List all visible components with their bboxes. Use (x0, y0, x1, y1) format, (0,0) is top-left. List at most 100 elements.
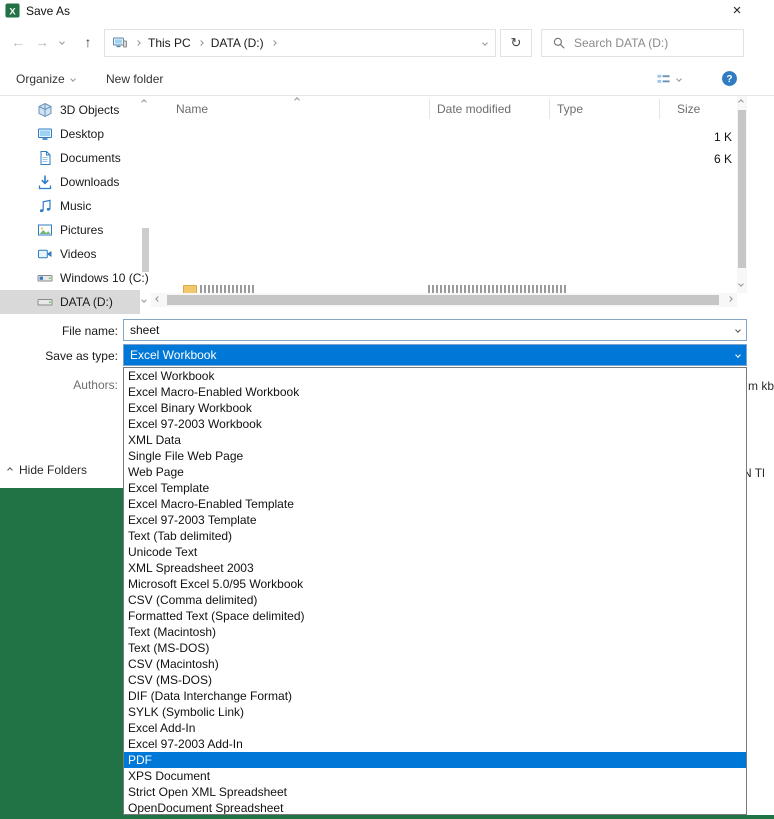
sidebar-item-label: Videos (60, 247, 96, 261)
scroll-up-icon[interactable] (738, 99, 744, 105)
save-as-type-label: Save as type: (0, 349, 118, 363)
file-type-option[interactable]: Excel 97-2003 Workbook (124, 416, 746, 432)
refresh-button[interactable] (500, 29, 532, 57)
organize-button[interactable]: Organize (16, 70, 75, 88)
drive-windows-icon (37, 270, 53, 286)
save-as-type-combobox[interactable]: Excel Workbook (123, 344, 747, 366)
file-type-option[interactable]: Formatted Text (Space delimited) (124, 608, 746, 624)
sidebar-item-desktop[interactable]: Desktop (0, 122, 140, 146)
file-type-option[interactable]: PDF (124, 752, 746, 768)
column-header-name[interactable]: Name (151, 98, 430, 120)
forward-button[interactable] (30, 30, 54, 54)
file-type-option[interactable]: DIF (Data Interchange Format) (124, 688, 746, 704)
column-divider[interactable] (549, 99, 550, 119)
save-as-dialog: X Save As This PC DATA (D:) Organize New… (0, 0, 774, 819)
change-view-button[interactable] (656, 70, 681, 88)
new-folder-label: New folder (106, 72, 163, 86)
sidebar-item-3d-objects[interactable]: 3D Objects (0, 98, 140, 122)
search-input[interactable] (574, 36, 737, 50)
file-type-option[interactable]: Excel Macro-Enabled Template (124, 496, 746, 512)
sidebar-item-label: Music (60, 199, 91, 213)
file-type-option[interactable]: Unicode Text (124, 544, 746, 560)
cube-icon (37, 102, 53, 118)
file-list-vertical-scrollbar[interactable] (737, 96, 747, 293)
list-view-icon (656, 72, 671, 87)
chevron-right-icon[interactable] (271, 40, 277, 46)
up-button[interactable] (76, 30, 100, 54)
music-note-icon (37, 198, 53, 214)
new-folder-button[interactable]: New folder (106, 70, 163, 88)
hide-folders-button[interactable]: Hide Folders (8, 460, 87, 480)
column-divider[interactable] (429, 99, 430, 119)
file-type-option[interactable]: Excel 97-2003 Template (124, 512, 746, 528)
close-icon[interactable] (718, 0, 756, 22)
sidebar-item-downloads[interactable]: Downloads (0, 170, 140, 194)
this-pc-icon (112, 35, 128, 51)
sidebar-scrollbar-thumb[interactable] (142, 228, 149, 272)
sidebar-item-pictures[interactable]: Pictures (0, 218, 140, 242)
column-header-size[interactable]: Size (660, 98, 737, 120)
sidebar-item-label: Pictures (60, 223, 103, 237)
scroll-right-icon[interactable] (727, 296, 733, 302)
file-type-option[interactable]: Excel Binary Workbook (124, 400, 746, 416)
chevron-right-icon[interactable] (135, 40, 141, 46)
chevron-right-icon[interactable] (198, 40, 204, 46)
sidebar-scrollbar[interactable] (141, 96, 150, 308)
vertical-scrollbar-thumb[interactable] (738, 110, 746, 268)
horizontal-scrollbar-thumb[interactable] (167, 295, 719, 305)
scroll-up-icon[interactable] (141, 99, 147, 105)
excel-window-background (0, 815, 774, 819)
address-bar[interactable]: This PC DATA (D:) (104, 29, 496, 57)
sidebar-item-music[interactable]: Music (0, 194, 140, 218)
hide-folders-label: Hide Folders (19, 463, 87, 477)
column-divider[interactable] (659, 99, 660, 119)
file-type-option[interactable]: Excel 97-2003 Add-In (124, 736, 746, 752)
file-type-option[interactable]: OpenDocument Spreadsheet (124, 800, 746, 815)
file-type-option[interactable]: Single File Web Page (124, 448, 746, 464)
file-type-option[interactable]: Web Page (124, 464, 746, 480)
recent-locations-button[interactable] (54, 30, 70, 54)
drive-icon (37, 294, 53, 310)
column-header-label: Type (557, 102, 583, 116)
scroll-left-icon[interactable] (155, 296, 161, 302)
clipped-file-name[interactable] (200, 285, 254, 293)
file-list-horizontal-scrollbar[interactable] (151, 293, 737, 307)
save-as-type-value: Excel Workbook (130, 348, 216, 362)
file-type-option[interactable]: Excel Workbook (124, 368, 746, 384)
file-type-option[interactable]: CSV (Comma delimited) (124, 592, 746, 608)
clipped-file-details[interactable] (428, 285, 566, 293)
file-type-option[interactable]: Excel Add-In (124, 720, 746, 736)
file-type-option[interactable]: CSV (MS-DOS) (124, 672, 746, 688)
file-name-input[interactable] (123, 319, 747, 341)
file-type-option[interactable]: SYLK (Symbolic Link) (124, 704, 746, 720)
column-header-type[interactable]: Type (550, 98, 660, 120)
video-icon (37, 246, 53, 262)
file-row-size[interactable]: 6 K (656, 152, 732, 166)
file-type-option[interactable]: XPS Document (124, 768, 746, 784)
file-type-option[interactable]: Microsoft Excel 5.0/95 Workbook (124, 576, 746, 592)
sidebar-item-videos[interactable]: Videos (0, 242, 140, 266)
search-box[interactable] (541, 29, 744, 57)
address-dropdown-icon[interactable] (482, 40, 488, 46)
file-type-option[interactable]: XML Spreadsheet 2003 (124, 560, 746, 576)
file-type-option[interactable]: Text (MS-DOS) (124, 640, 746, 656)
breadcrumb-current-folder[interactable]: DATA (D:) (211, 36, 264, 50)
help-button[interactable]: ? (721, 70, 738, 87)
file-type-option[interactable]: XML Data (124, 432, 746, 448)
breadcrumb-this-pc[interactable]: This PC (148, 36, 191, 50)
file-type-option[interactable]: CSV (Macintosh) (124, 656, 746, 672)
scroll-down-icon[interactable] (141, 297, 147, 303)
file-type-option[interactable]: Strict Open XML Spreadsheet (124, 784, 746, 800)
file-type-option[interactable]: Text (Macintosh) (124, 624, 746, 640)
file-type-option[interactable]: Excel Macro-Enabled Workbook (124, 384, 746, 400)
file-row-size[interactable]: 1 K (656, 130, 732, 144)
sidebar-item-documents[interactable]: Documents (0, 146, 140, 170)
file-type-option[interactable]: Text (Tab delimited) (124, 528, 746, 544)
back-button[interactable] (6, 30, 30, 54)
chevron-up-icon (7, 467, 13, 473)
scroll-down-icon[interactable] (738, 281, 744, 287)
sidebar-item-data-d[interactable]: DATA (D:) (0, 290, 140, 314)
column-header-date-modified[interactable]: Date modified (430, 98, 550, 120)
file-type-option[interactable]: Excel Template (124, 480, 746, 496)
sidebar-item-windows-10-c[interactable]: Windows 10 (C:) (0, 266, 140, 290)
